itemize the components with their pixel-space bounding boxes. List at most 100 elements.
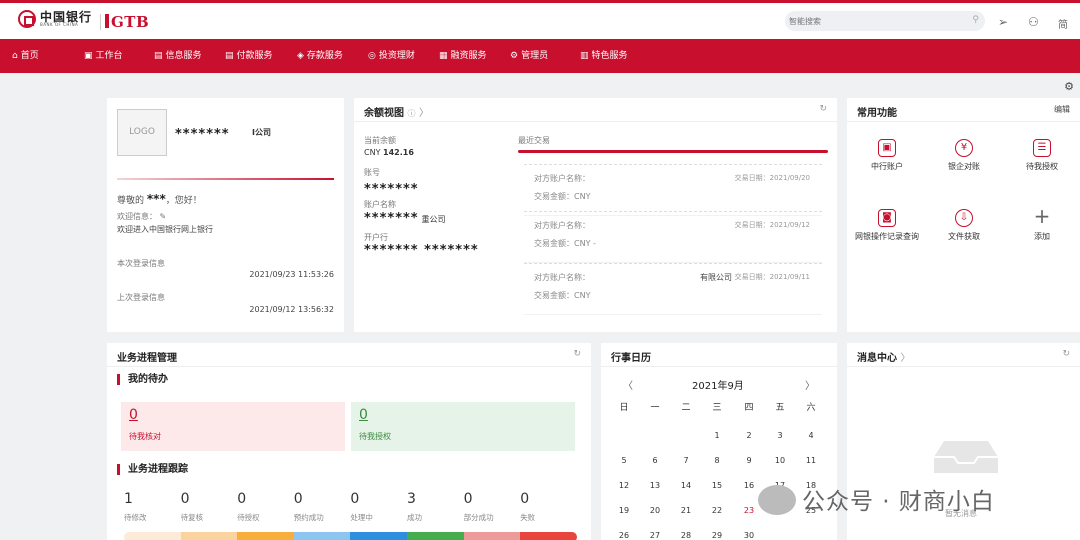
gtb-logo: GTB bbox=[105, 13, 149, 31]
calendar-day[interactable]: 26 bbox=[614, 531, 634, 540]
info-icon[interactable]: ⓘ bbox=[407, 109, 415, 118]
calendar-day[interactable]: 9 bbox=[739, 456, 759, 465]
stat-label: 处理中 bbox=[350, 513, 373, 522]
calendar-day[interactable]: 15 bbox=[707, 481, 727, 490]
calendar-day[interactable]: 14 bbox=[676, 481, 696, 490]
progress-stat[interactable]: 0 部分成功 bbox=[464, 491, 514, 523]
function-reconcile[interactable]: ¥ 银企对账 bbox=[924, 139, 1004, 172]
edit-icon[interactable]: ✎ bbox=[160, 212, 167, 221]
logo-divider bbox=[100, 14, 101, 30]
boc-logo[interactable]: 中国银行 BANK OF CHINA bbox=[18, 10, 92, 28]
calendar-day[interactable]: 22 bbox=[707, 506, 727, 515]
nav-item-3[interactable]: ▤ 付款服务 bbox=[225, 39, 273, 73]
progress-stat[interactable]: 3 成功 bbox=[407, 491, 457, 523]
nav-item-1[interactable]: ▣ 工作台 bbox=[84, 39, 123, 73]
stat-count: 0 bbox=[180, 491, 190, 507]
nav-item-8[interactable]: ▥ 特色服务 bbox=[580, 39, 628, 73]
calendar-day[interactable]: 23 bbox=[739, 506, 759, 515]
stat-count: 0 bbox=[350, 491, 360, 507]
calendar-day[interactable]: 19 bbox=[614, 506, 634, 515]
todo-count[interactable]: 0 bbox=[129, 407, 138, 423]
calendar-prev[interactable]: 〈 bbox=[623, 377, 633, 392]
refresh-icon[interactable]: ↻ bbox=[573, 349, 581, 359]
progress-stat[interactable]: 0 待授权 bbox=[237, 491, 287, 523]
calendar-day[interactable]: 21 bbox=[676, 506, 696, 515]
calendar-day[interactable]: 3 bbox=[770, 431, 790, 440]
calendar-day[interactable]: 4 bbox=[801, 431, 821, 440]
progress-stat[interactable]: 0 预约成功 bbox=[294, 491, 344, 523]
calendar-day[interactable]: 29 bbox=[707, 531, 727, 540]
progress-bar-segment bbox=[237, 532, 294, 540]
progress-stat[interactable]: 1 待修改 bbox=[124, 491, 174, 523]
progress-bar-segment bbox=[124, 532, 181, 540]
edit-button[interactable]: 编辑 bbox=[1054, 104, 1070, 115]
nav-label: 特色服务 bbox=[591, 51, 628, 61]
function-file-download[interactable]: ⇩ 文件获取 bbox=[924, 209, 1004, 242]
nav-item-5[interactable]: ◎ 投资理财 bbox=[368, 39, 415, 73]
progress-stat[interactable]: 0 失败 bbox=[520, 491, 570, 523]
progress-bar-segment bbox=[520, 532, 577, 540]
todo-item[interactable]: 0 待我核对 bbox=[121, 402, 345, 451]
calendar-day[interactable]: 13 bbox=[645, 481, 665, 490]
calendar-day[interactable]: 2 bbox=[739, 431, 759, 440]
search-icon[interactable]: ⚲ bbox=[972, 15, 979, 25]
function-op-log[interactable]: ◙ 网银操作记录查询 bbox=[847, 209, 927, 242]
calendar-day[interactable]: 1 bbox=[707, 431, 727, 440]
todo-label: 待我核对 bbox=[129, 432, 161, 441]
current-balance: CNY 142.16 bbox=[364, 148, 414, 157]
stat-label: 成功 bbox=[407, 513, 422, 522]
calendar-day[interactable]: 12 bbox=[614, 481, 634, 490]
search-input[interactable] bbox=[785, 11, 955, 31]
stat-label: 待修改 bbox=[124, 513, 147, 522]
send-icon[interactable]: ➢ bbox=[998, 15, 1008, 29]
profile-divider bbox=[117, 178, 334, 180]
calendar-day[interactable]: 11 bbox=[801, 456, 821, 465]
nav-item-4[interactable]: ◈ 存款服务 bbox=[297, 39, 343, 73]
stat-label: 失败 bbox=[520, 513, 536, 522]
transaction-item[interactable]: 对方账户名称： 交易金额：CNY - 交易日期：2021/09/12 bbox=[524, 211, 822, 263]
calendar-day[interactable]: 28 bbox=[676, 531, 696, 540]
todo-count[interactable]: 0 bbox=[359, 407, 368, 423]
transaction-date: 交易日期：2021/09/20 bbox=[734, 174, 810, 182]
calendar-day[interactable]: 30 bbox=[739, 531, 759, 540]
function-add[interactable]: + 添加 bbox=[1002, 206, 1080, 242]
transaction-item[interactable]: 对方账户名称： 有限公司 交易金额：CNY 交易日期：2021/09/11 bbox=[524, 263, 822, 315]
recent-underline bbox=[518, 150, 828, 153]
stat-label: 待复核 bbox=[180, 513, 204, 522]
calendar-day[interactable]: 27 bbox=[645, 531, 665, 540]
nav-item-6[interactable]: ▦ 融资服务 bbox=[439, 39, 487, 73]
chevron-right-icon[interactable]: 〉 bbox=[419, 108, 429, 119]
user-icon[interactable]: ⚇ bbox=[1028, 15, 1039, 29]
nav-item-0[interactable]: ⌂ 首页 bbox=[12, 39, 39, 73]
function-pending-auth[interactable]: ☰ 待我授权 bbox=[1002, 139, 1080, 172]
calendar-next[interactable]: 〉 bbox=[805, 377, 815, 392]
calendar-day[interactable]: 5 bbox=[614, 456, 634, 465]
progress-stat[interactable]: 0 待复核 bbox=[181, 491, 231, 523]
language-switch[interactable]: 简 bbox=[1058, 16, 1068, 31]
weekday-label: 日 bbox=[619, 403, 629, 413]
nav-item-2[interactable]: ▤ 信息服务 bbox=[154, 39, 202, 73]
refresh-icon[interactable]: ↻ bbox=[1062, 349, 1070, 359]
progress-stat[interactable]: 0 处理中 bbox=[350, 491, 400, 523]
settings-gear-icon[interactable]: ⚙ bbox=[1064, 80, 1074, 93]
function-boc-account[interactable]: ▣ 中行账户 bbox=[847, 139, 927, 172]
todo-item[interactable]: 0 待我授权 bbox=[351, 402, 575, 451]
nav-label: 投资理财 bbox=[378, 51, 415, 61]
nav-item-7[interactable]: ⚙ 管理员 bbox=[510, 39, 548, 73]
calendar-day[interactable]: 16 bbox=[739, 481, 759, 490]
main-nav: ⌂ 首页 ▣ 工作台 ▤ 信息服务 ▤ 付款服务 ◈ 存款服务 ◎ 投资理财 ▦ 融资服务 ⚙ 管理员 ▥ 特色服… bbox=[0, 39, 1080, 73]
calendar-day[interactable]: 6 bbox=[645, 456, 665, 465]
calendar-day[interactable]: 7 bbox=[676, 456, 696, 465]
stat-count: 0 bbox=[293, 491, 303, 507]
refresh-icon[interactable]: ↻ bbox=[819, 104, 827, 114]
calendar-day[interactable]: 10 bbox=[770, 456, 790, 465]
transaction-item[interactable]: 对方账户名称： 交易金额：CNY 交易日期：2021/09/20 bbox=[524, 164, 822, 216]
calendar-day[interactable]: 8 bbox=[707, 456, 727, 465]
balance-title: 余额视图 ⓘ 〉 bbox=[364, 108, 429, 119]
weekday-label: 一 bbox=[650, 403, 660, 413]
stat-count: 0 bbox=[237, 491, 247, 507]
search-box[interactable]: ⚲ bbox=[785, 11, 985, 31]
nav-label: 存款服务 bbox=[306, 51, 343, 61]
calendar-day[interactable]: 20 bbox=[645, 506, 665, 515]
chevron-right-icon[interactable]: 〉 bbox=[900, 353, 910, 364]
